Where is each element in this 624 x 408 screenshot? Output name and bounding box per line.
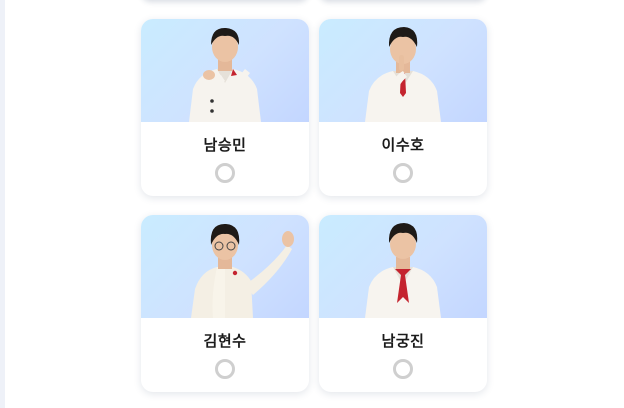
vote-card[interactable]: 김현수	[141, 215, 309, 392]
candidate-name: 남궁진	[381, 332, 425, 350]
candidate-photo	[141, 19, 309, 122]
left-edge-bar	[0, 0, 5, 408]
vote-card[interactable]: 남승민	[141, 19, 309, 196]
vote-radio[interactable]	[393, 163, 413, 183]
candidate-name: 이수호	[381, 136, 425, 154]
candidate-photo	[319, 19, 487, 122]
candidate-photo	[319, 215, 487, 318]
candidate-photo	[141, 215, 309, 318]
vote-radio[interactable]	[393, 359, 413, 379]
vote-radio[interactable]	[215, 163, 235, 183]
vote-radio[interactable]	[215, 359, 235, 379]
candidate-name: 남승민	[203, 136, 247, 154]
candidate-name: 김현수	[203, 332, 247, 350]
vote-card[interactable]: 남궁진	[319, 215, 487, 392]
vote-card[interactable]: 이수호	[319, 19, 487, 196]
